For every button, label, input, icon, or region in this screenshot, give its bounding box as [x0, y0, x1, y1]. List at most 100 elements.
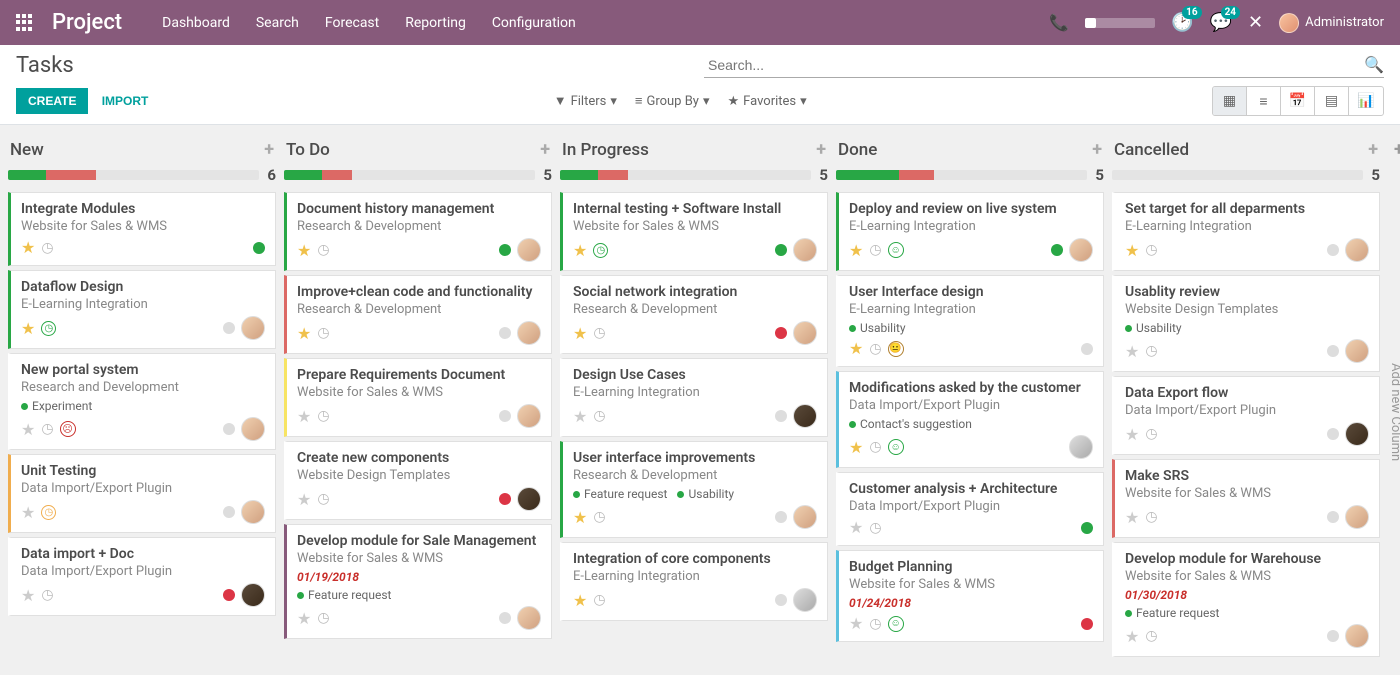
status-dot[interactable]: [1081, 522, 1093, 534]
filters-dropdown[interactable]: ▼Filters▾: [554, 93, 617, 109]
kanban-card[interactable]: User interface improvements Research & D…: [560, 441, 828, 538]
kanban-card[interactable]: Modifications asked by the customer Data…: [836, 371, 1104, 468]
star-icon[interactable]: ★: [573, 508, 587, 527]
status-dot[interactable]: [499, 493, 511, 505]
column-add-icon[interactable]: +: [1368, 139, 1378, 160]
search-icon[interactable]: 🔍: [1364, 55, 1384, 74]
neutral-face-icon[interactable]: 😐: [888, 341, 904, 357]
menu-configuration[interactable]: Configuration: [492, 15, 576, 31]
clock-icon[interactable]: ◷: [869, 520, 881, 536]
progress-indicator[interactable]: [1085, 18, 1155, 28]
messages-icon[interactable]: 💬24: [1210, 12, 1232, 33]
assignee-avatar[interactable]: [517, 238, 541, 262]
star-icon[interactable]: ★: [21, 503, 35, 522]
clock-icon[interactable]: ◷: [317, 242, 329, 258]
view-kanban[interactable]: ▦: [1213, 87, 1247, 115]
status-dot[interactable]: [499, 327, 511, 339]
status-dot[interactable]: [223, 589, 235, 601]
star-icon[interactable]: ★: [21, 586, 35, 605]
status-dot[interactable]: [1327, 345, 1339, 357]
assignee-avatar[interactable]: [793, 321, 817, 345]
clock-icon[interactable]: ◷: [1145, 343, 1157, 359]
assignee-avatar[interactable]: [517, 606, 541, 630]
kanban-card[interactable]: Usablity review Website Design Templates…: [1112, 275, 1380, 372]
kanban-card[interactable]: Dataflow Design E-Learning Integration ★…: [8, 270, 276, 349]
sad-face-icon[interactable]: ☹: [60, 421, 76, 437]
kanban-card[interactable]: New portal system Research and Developme…: [8, 353, 276, 450]
status-dot[interactable]: [775, 410, 787, 422]
star-icon[interactable]: ★: [849, 339, 863, 358]
groupby-dropdown[interactable]: ≡Group By▾: [635, 93, 710, 109]
assignee-avatar[interactable]: [793, 404, 817, 428]
star-icon[interactable]: ★: [849, 518, 863, 537]
column-title[interactable]: New: [10, 140, 44, 160]
close-icon[interactable]: ✕: [1248, 12, 1263, 33]
assignee-avatar[interactable]: [1345, 339, 1369, 363]
kanban-card[interactable]: Improve+clean code and functionality Res…: [284, 275, 552, 354]
status-dot[interactable]: [499, 612, 511, 624]
status-dot[interactable]: [1327, 511, 1339, 523]
clock-icon[interactable]: ◷: [593, 408, 605, 424]
assignee-avatar[interactable]: [1345, 624, 1369, 648]
assignee-avatar[interactable]: [1069, 435, 1093, 459]
phone-icon[interactable]: 📞: [1049, 13, 1069, 32]
column-title[interactable]: In Progress: [562, 140, 649, 160]
assignee-avatar[interactable]: [517, 487, 541, 511]
column-progress-bar[interactable]: [284, 170, 535, 180]
star-icon[interactable]: ★: [849, 438, 863, 457]
search-input[interactable]: [704, 53, 1384, 78]
import-button[interactable]: IMPORT: [102, 94, 149, 108]
column-progress-bar[interactable]: [1112, 170, 1363, 180]
assignee-avatar[interactable]: [1069, 238, 1093, 262]
status-dot[interactable]: [223, 506, 235, 518]
star-icon[interactable]: ★: [1125, 508, 1139, 527]
status-dot[interactable]: [775, 327, 787, 339]
menu-reporting[interactable]: Reporting: [405, 15, 466, 31]
create-button[interactable]: CREATE: [16, 88, 88, 114]
kanban-card[interactable]: Data import + Doc Data Import/Export Plu…: [8, 537, 276, 616]
kanban-card[interactable]: Internal testing + Software Install Webs…: [560, 192, 828, 271]
status-dot[interactable]: [499, 244, 511, 256]
assignee-avatar[interactable]: [1345, 505, 1369, 529]
view-calendar[interactable]: 📅: [1281, 87, 1315, 115]
assignee-avatar[interactable]: [241, 500, 265, 524]
clock-icon[interactable]: ◷: [593, 592, 605, 608]
column-title[interactable]: Cancelled: [1114, 140, 1189, 160]
status-dot[interactable]: [775, 594, 787, 606]
clock-icon[interactable]: ◷: [1145, 509, 1157, 525]
column-add-icon[interactable]: +: [540, 139, 550, 160]
clock-icon[interactable]: ◷: [41, 321, 56, 336]
column-progress-bar[interactable]: [560, 170, 811, 180]
assignee-avatar[interactable]: [1345, 238, 1369, 262]
star-icon[interactable]: ★: [21, 420, 35, 439]
star-icon[interactable]: ★: [849, 614, 863, 633]
clock-icon[interactable]: ◷: [869, 616, 881, 632]
clock-icon[interactable]: ◷: [317, 491, 329, 507]
assignee-avatar[interactable]: [517, 404, 541, 428]
star-icon[interactable]: ★: [297, 241, 311, 260]
kanban-card[interactable]: Create new components Website Design Tem…: [284, 441, 552, 520]
view-pivot[interactable]: ▤: [1315, 87, 1349, 115]
kanban-card[interactable]: Customer analysis + Architecture Data Im…: [836, 472, 1104, 546]
star-icon[interactable]: ★: [21, 238, 35, 257]
clock-icon[interactable]: ◷: [1145, 242, 1157, 258]
column-progress-bar[interactable]: [836, 170, 1087, 180]
status-dot[interactable]: [223, 423, 235, 435]
status-dot[interactable]: [775, 244, 787, 256]
star-icon[interactable]: ★: [573, 241, 587, 260]
kanban-card[interactable]: Develop module for Warehouse Website for…: [1112, 542, 1380, 657]
menu-forecast[interactable]: Forecast: [325, 15, 379, 31]
assignee-avatar[interactable]: [793, 588, 817, 612]
status-dot[interactable]: [1327, 244, 1339, 256]
activities-icon[interactable]: 🕑16: [1171, 12, 1193, 33]
clock-icon[interactable]: ◷: [317, 325, 329, 341]
assignee-avatar[interactable]: [793, 238, 817, 262]
clock-icon[interactable]: ◷: [41, 587, 53, 603]
status-dot[interactable]: [253, 242, 265, 254]
column-title[interactable]: Done: [838, 140, 877, 160]
favorites-dropdown[interactable]: ★Favorites▾: [728, 93, 807, 109]
user-menu[interactable]: Administrator: [1279, 13, 1384, 33]
happy-face-icon[interactable]: ☺: [888, 242, 904, 258]
star-icon[interactable]: ★: [573, 324, 587, 343]
star-icon[interactable]: ★: [573, 591, 587, 610]
